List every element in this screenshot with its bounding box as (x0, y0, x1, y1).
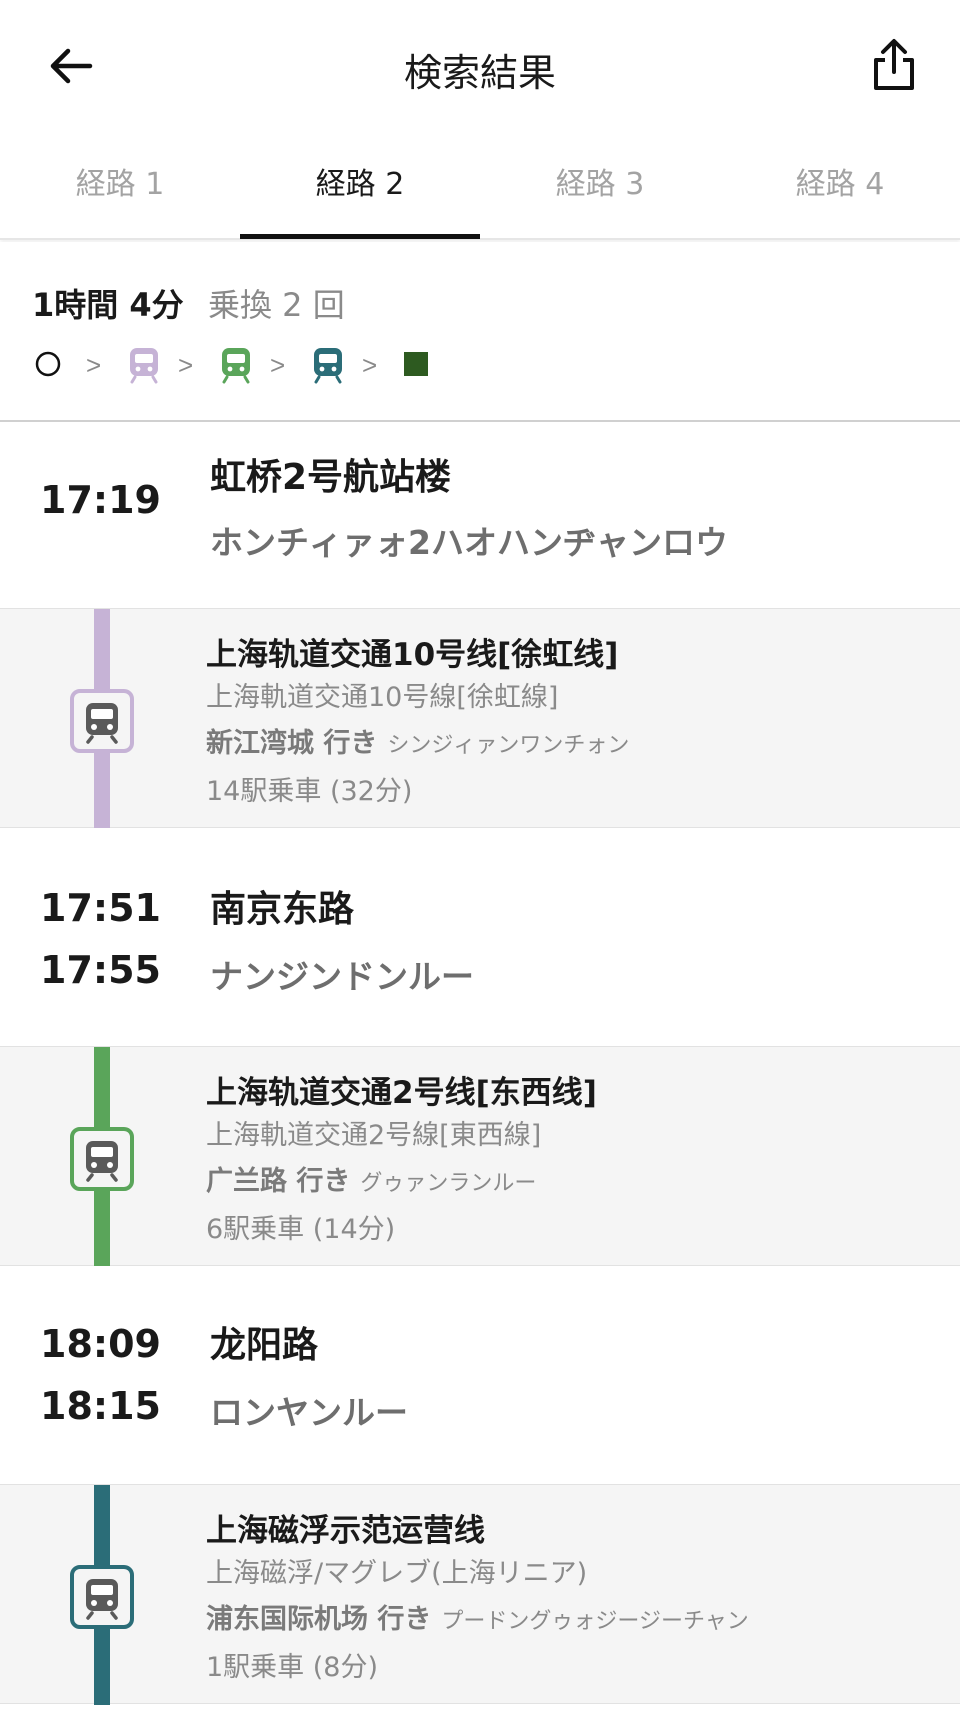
station-block[interactable]: 17:19 虹桥2号航站楼 ホンチィァォ2ハオハンヂャンロウ (0, 424, 960, 608)
route-icon-chain: > > > > (35, 348, 428, 384)
chain-separator: > (362, 350, 377, 380)
share-button[interactable] (866, 36, 922, 96)
tab-route-4[interactable]: 経路 4 (720, 140, 960, 240)
tab-route-2[interactable]: 経路 2 (240, 140, 480, 240)
line-name: 上海轨道交通2号线[东西线] (206, 1075, 597, 1111)
departure-time: 17:55 (40, 948, 161, 992)
page-title: 検索結果 (403, 51, 556, 95)
departure-time: 17:19 (40, 478, 161, 522)
direction-label: 新江湾城 行き (206, 728, 378, 759)
train-icon (70, 689, 134, 753)
route-tabs: 経路 1 経路 2 経路 3 経路 4 (0, 140, 960, 240)
line10-train-icon (130, 348, 158, 384)
station-name: 虹桥2号航站楼 (210, 457, 452, 498)
route-summary: 1時間 4分 乗換 2 回 > > > > (0, 242, 960, 422)
line-name-ja: 上海軌道交通10号線[徐虹線] (206, 682, 559, 713)
arrival-time: 17:51 (40, 886, 161, 930)
ride-stops: 14駅乗車 (32分) (206, 776, 413, 807)
ride-stops: 6駅乗車 (14分) (206, 1214, 396, 1245)
active-tab-indicator (240, 234, 480, 239)
tab-route-1[interactable]: 経路 1 (0, 140, 240, 240)
train-icon (70, 1565, 134, 1629)
direction: 浦东国际机场 行き プードングゥォジージーチャン (206, 1597, 749, 1636)
train-icon (70, 1127, 134, 1191)
direction: 新江湾城 行き シンジィァンワンチォン (206, 721, 629, 760)
chain-separator: > (270, 350, 285, 380)
direction-label: 广兰路 行き (206, 1166, 351, 1197)
total-duration: 1時間 4分 (32, 286, 184, 324)
app-header: 検索結果 (0, 0, 960, 140)
route-leg[interactable]: 上海轨道交通10号线[徐虹线] 上海軌道交通10号線[徐虹線] 新江湾城 行きシ… (0, 608, 960, 829)
line-name: 上海轨道交通10号线[徐虹线] (206, 637, 619, 673)
transfer-count: 乗換 2 回 (208, 286, 345, 324)
ride-stops: 1駅乗車 (8分) (206, 1652, 379, 1683)
route-leg[interactable]: 上海轨道交通2号线[东西线] 上海軌道交通2号線[東西線] 广兰路 行き グゥァン… (0, 1046, 960, 1267)
direction-kana: プードングゥォジージーチャン (441, 1609, 749, 1634)
direction: 广兰路 行き グゥァンランルー (206, 1159, 536, 1198)
station-block[interactable]: 18:09 18:15 龙阳路 ロンヤンルー (0, 1266, 960, 1484)
line2-train-icon (222, 348, 250, 384)
origin-circle-icon (35, 351, 61, 377)
tab-route-3[interactable]: 経路 3 (480, 140, 720, 240)
departure-time: 18:15 (40, 1384, 161, 1428)
station-kana: ナンジンドンルー (210, 957, 474, 996)
direction-label: 浦东国际机场 行き (206, 1604, 432, 1635)
direction-kana: シンジィァンワンチォン (387, 733, 630, 758)
station-name: 龙阳路 (210, 1325, 319, 1366)
line-name: 上海磁浮示范运营线 (206, 1513, 485, 1549)
maglev-train-icon (314, 348, 342, 384)
station-block[interactable]: 17:51 17:55 南京东路 ナンジンドンルー (0, 828, 960, 1046)
destination-square-icon (404, 352, 428, 376)
station-kana: ロンヤンルー (210, 1393, 408, 1432)
station-name: 南京东路 (210, 889, 355, 930)
direction-kana: グゥァンランルー (360, 1171, 537, 1196)
share-icon (874, 39, 914, 90)
chain-separator: > (86, 350, 101, 380)
chain-separator: > (178, 350, 193, 380)
back-arrow-icon (50, 48, 93, 84)
station-kana: ホンチィァォ2ハオハンヂャンロウ (210, 523, 728, 562)
line-name-ja: 上海軌道交通2号線[東西線] (206, 1120, 542, 1151)
line-name-ja: 上海磁浮/マグレブ(上海リニア) (206, 1558, 588, 1589)
back-button[interactable] (44, 40, 98, 94)
arrival-time: 18:09 (40, 1322, 161, 1366)
route-leg[interactable]: 上海磁浮示范运营线 上海磁浮/マグレブ(上海リニア) 浦东国际机场 行き プードン… (0, 1484, 960, 1705)
